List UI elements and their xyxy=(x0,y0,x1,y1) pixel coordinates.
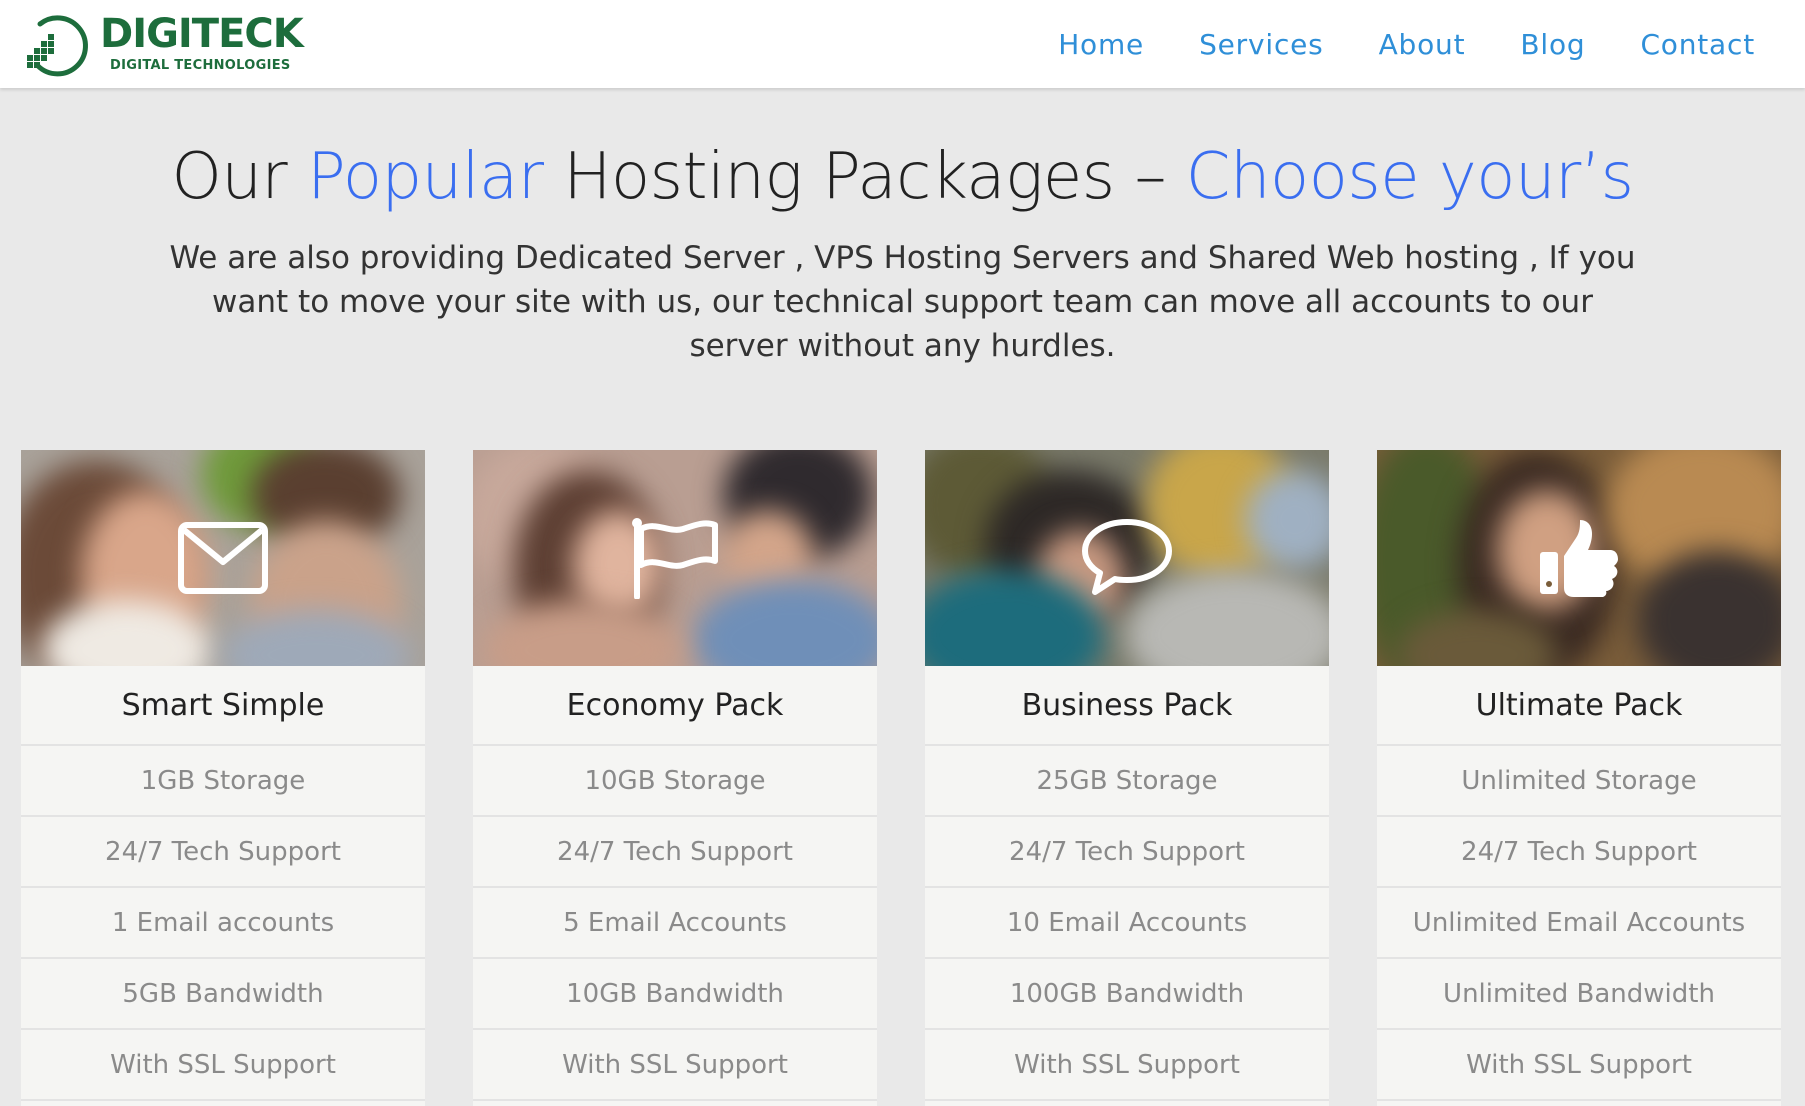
nav-home[interactable]: Home xyxy=(1058,28,1144,61)
package-feature: With SSL Support xyxy=(473,1030,877,1101)
package-feature: 24/7 Tech Support xyxy=(21,817,425,888)
package-card-ultimate-pack[interactable]: Ultimate Pack Unlimited Storage 24/7 Tec… xyxy=(1377,450,1781,1106)
brand-name: DIGITECK xyxy=(100,11,304,57)
thumbs-up-icon xyxy=(1540,520,1618,597)
package-image xyxy=(473,450,877,666)
package-feature: 25GB Storage xyxy=(925,746,1329,817)
package-feature: 1GB Storage xyxy=(21,746,425,817)
brand-tagline: DIGITAL TECHNOLOGIES xyxy=(110,58,291,73)
package-feature: 5 Email Accounts xyxy=(473,888,877,959)
package-feature: Unlimited Email Accounts xyxy=(1377,888,1781,959)
package-title: Smart Simple xyxy=(21,666,425,746)
package-title: Ultimate Pack xyxy=(1377,666,1781,746)
package-feature: With SSL Support xyxy=(1377,1030,1781,1101)
title-part-1: Our xyxy=(171,140,308,214)
package-image xyxy=(1377,450,1781,666)
nav-contact[interactable]: Contact xyxy=(1640,28,1755,61)
package-title: Business Pack xyxy=(925,666,1329,746)
package-feature: 10 Email Accounts xyxy=(925,888,1329,959)
flag-icon xyxy=(632,518,718,599)
section-description: We are also providing Dedicated Server ,… xyxy=(169,240,1636,364)
logo-mark-icon xyxy=(27,15,88,77)
logo[interactable]: DIGITECK DIGITAL TECHNOLOGIES xyxy=(26,12,304,78)
package-feature: 100GB Bandwidth xyxy=(925,959,1329,1030)
nav-about[interactable]: About xyxy=(1379,28,1466,61)
package-card-economy-pack[interactable]: Economy Pack 10GB Storage 24/7 Tech Supp… xyxy=(473,450,877,1106)
package-feature: Unlimited Storage xyxy=(1377,746,1781,817)
package-feature: 10GB Bandwidth xyxy=(473,959,877,1030)
package-feature: Unlimited Bandwidth xyxy=(1377,959,1781,1030)
site-header: DIGITECK DIGITAL TECHNOLOGIES Home Servi… xyxy=(0,0,1805,88)
nav-blog[interactable]: Blog xyxy=(1520,28,1585,61)
package-feature: With SSL Support xyxy=(21,1030,425,1101)
main-nav: Home Services About Blog Contact xyxy=(1003,0,1755,88)
package-image xyxy=(21,450,425,666)
package-feature: 24/7 Tech Support xyxy=(1377,817,1781,888)
package-feature: With SSL Support xyxy=(925,1030,1329,1101)
package-feature: 1 Email accounts xyxy=(21,888,425,959)
package-card-smart-simple[interactable]: Smart Simple 1GB Storage 24/7 Tech Suppo… xyxy=(21,450,425,1106)
nav-services[interactable]: Services xyxy=(1199,28,1323,61)
pricing-cards: Smart Simple 1GB Storage 24/7 Tech Suppo… xyxy=(21,450,1781,1106)
package-feature: 5GB Bandwidth xyxy=(21,959,425,1030)
package-feature: 10GB Storage xyxy=(473,746,877,817)
package-feature: 24/7 Tech Support xyxy=(473,817,877,888)
speech-bubble-icon xyxy=(1082,519,1172,595)
package-card-business-pack[interactable]: Business Pack 25GB Storage 24/7 Tech Sup… xyxy=(925,450,1329,1106)
package-image xyxy=(925,450,1329,666)
title-part-2: Hosting Packages – xyxy=(543,140,1186,214)
title-accent-choose: Choose your’s xyxy=(1185,140,1634,214)
package-feature: 24/7 Tech Support xyxy=(925,817,1329,888)
envelope-icon xyxy=(178,522,268,594)
package-title: Economy Pack xyxy=(473,666,877,746)
section-title: Our Popular Hosting Packages – Choose yo… xyxy=(0,140,1805,214)
title-accent-popular: Popular xyxy=(307,140,544,214)
